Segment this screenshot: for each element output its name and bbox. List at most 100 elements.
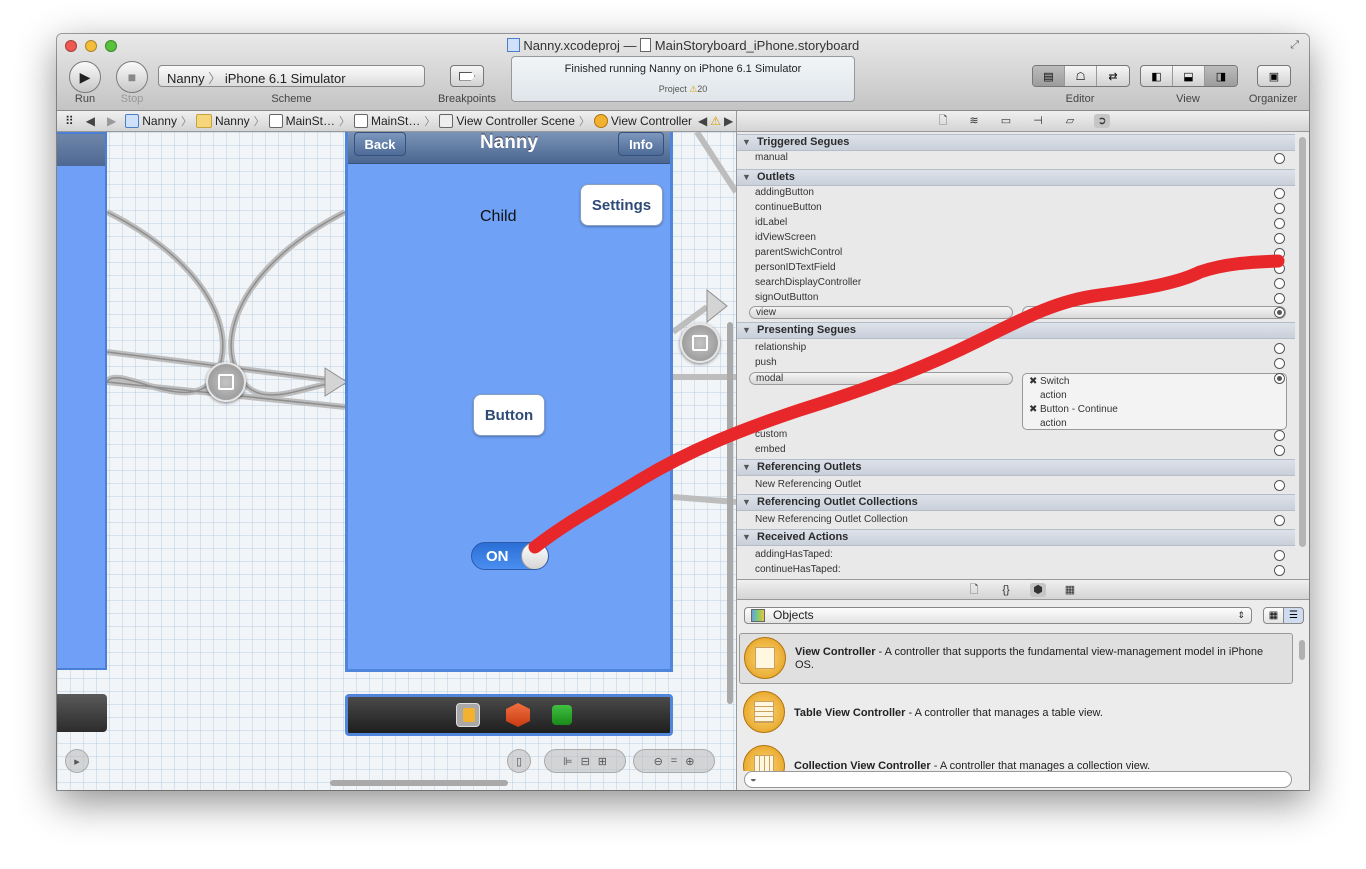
info-button[interactable]: Info (618, 132, 664, 156)
stop-button[interactable]: ■ (116, 61, 148, 93)
scheme-popup[interactable]: Nanny 〉 iPhone 6.1 Simulator (158, 65, 425, 87)
connection-circle[interactable] (1274, 248, 1285, 259)
connection-circle-filled[interactable] (1274, 373, 1285, 384)
run-button[interactable]: ▶ (69, 61, 101, 93)
zoom-in-icon[interactable]: ⊕ (685, 755, 694, 768)
connection-circle[interactable] (1274, 153, 1285, 164)
media-library-icon[interactable]: ▦ (1062, 583, 1078, 597)
received-actions-header[interactable]: Received Actions (737, 529, 1295, 546)
zoom-out-icon[interactable]: ⊖ (654, 755, 663, 768)
issue-forward-icon[interactable]: ▶ (721, 114, 736, 128)
zoom-actual-icon[interactable]: = (671, 755, 677, 767)
storyboard-canvas[interactable]: Back Nanny Info Settings Child Button ON… (57, 132, 736, 790)
triggered-segues-header[interactable]: Triggered Segues (737, 134, 1295, 151)
remove-connection-icon[interactable]: ✖ (1029, 404, 1037, 415)
connection-circle[interactable] (1274, 263, 1285, 274)
library-item[interactable]: Table View Controller - A controller tha… (739, 687, 1293, 739)
standard-editor-icon[interactable]: ▤ (1033, 66, 1065, 86)
connection-circle[interactable] (1274, 480, 1285, 491)
connection-circle[interactable] (1274, 233, 1285, 244)
library-scrollbar[interactable] (1299, 640, 1305, 660)
connection-circle[interactable] (1274, 445, 1285, 456)
utilities-toggle-icon[interactable]: ◨ (1205, 66, 1237, 86)
connection-circle[interactable] (1274, 565, 1285, 576)
first-responder-icon[interactable] (506, 703, 530, 727)
connection-circle[interactable] (1274, 218, 1285, 229)
resolve-icon[interactable]: ⊞ (598, 755, 607, 768)
segue-icon[interactable] (206, 362, 246, 402)
library-category-select[interactable]: Objects ⇕ (744, 607, 1252, 624)
view-controller-dock-icon[interactable] (456, 703, 480, 727)
breadcrumb-scene[interactable]: View Controller Scene (436, 114, 578, 128)
view-outlet-pill[interactable]: view (749, 306, 1013, 319)
exit-icon[interactable] (552, 705, 572, 725)
warning-icon[interactable]: ⚠ (710, 114, 721, 128)
file-template-library-icon[interactable]: 🗋 (966, 583, 982, 597)
size-inspector-icon[interactable]: ▱ (1062, 114, 1078, 128)
view-toggle-control[interactable]: ◧ ⬓ ◨ (1140, 65, 1238, 87)
organizer-icon[interactable]: ▣ (1258, 66, 1290, 86)
view-connection-pill[interactable] (1022, 306, 1286, 319)
breadcrumb-view-controller[interactable]: View Controller (591, 114, 695, 128)
parent-switch[interactable]: ON (471, 542, 549, 570)
horizontal-scrollbar[interactable] (330, 780, 508, 786)
editor-mode-control[interactable]: ▤ ☖ ⇄ (1032, 65, 1130, 87)
connection-circle[interactable] (1274, 278, 1285, 289)
remove-connection-icon[interactable]: ✖ (1029, 376, 1037, 387)
segue-icon[interactable] (680, 323, 720, 363)
settings-button[interactable]: Settings (580, 184, 663, 226)
zoom-controls[interactable]: ⊖ = ⊕ (633, 749, 715, 773)
connection-circle[interactable] (1274, 343, 1285, 354)
align-icon[interactable]: ⊫ (563, 755, 573, 768)
breakpoints-button[interactable] (450, 65, 484, 87)
organizer-button[interactable]: ▣ (1257, 65, 1291, 87)
connection-circle-filled[interactable] (1274, 307, 1285, 318)
connection-circle[interactable] (1274, 188, 1285, 199)
align-controls[interactable]: ⊫ ⊟ ⊞ (544, 749, 626, 773)
attributes-inspector-icon[interactable]: ⊣ (1030, 114, 1046, 128)
referencing-outlet-collections-header[interactable]: Referencing Outlet Collections (737, 494, 1295, 511)
connection-circle[interactable] (1274, 358, 1285, 369)
previous-scene-dock[interactable] (57, 694, 107, 732)
document-outline-toggle[interactable]: ▸ (65, 749, 89, 773)
assistant-editor-icon[interactable]: ☖ (1065, 66, 1097, 86)
breadcrumb-project[interactable]: Nanny (122, 114, 180, 128)
issue-back-icon[interactable]: ◀ (695, 114, 710, 128)
icon-view-button[interactable]: ▦ (1263, 607, 1284, 624)
pin-icon[interactable]: ⊟ (581, 755, 590, 768)
list-view-button[interactable]: ☰ (1283, 607, 1304, 624)
form-factor-toggle[interactable]: ▯ (507, 749, 531, 773)
modal-segue-pill[interactable]: modal (749, 372, 1013, 385)
code-snippet-library-icon[interactable]: {} (998, 583, 1014, 597)
warning-count[interactable]: 20 (697, 84, 707, 94)
library-filter-field[interactable]: ◒ (744, 771, 1292, 788)
connection-circle[interactable] (1274, 203, 1285, 214)
connection-circle[interactable] (1274, 430, 1285, 441)
identity-inspector-icon[interactable]: ▭ (998, 114, 1014, 128)
library-item[interactable]: View Controller - A controller that supp… (739, 633, 1293, 684)
fullscreen-icon[interactable]: ⤢ (1290, 39, 1299, 52)
previous-scene[interactable] (57, 132, 107, 670)
quick-help-icon[interactable]: ≋ (966, 114, 982, 128)
referencing-outlets-header[interactable]: Referencing Outlets (737, 459, 1295, 476)
connections-inspector-icon[interactable]: ➲ (1094, 114, 1110, 128)
navigator-toggle-icon[interactable]: ◧ (1141, 66, 1173, 86)
breadcrumb-storyboard[interactable]: MainSt… (266, 114, 338, 128)
version-editor-icon[interactable]: ⇄ (1097, 66, 1129, 86)
vertical-scrollbar[interactable] (727, 322, 733, 704)
related-items-icon[interactable]: ⠿ (57, 114, 80, 128)
debug-area-toggle-icon[interactable]: ⬓ (1173, 66, 1205, 86)
file-inspector-icon[interactable]: 🗋 (935, 114, 951, 128)
continue-button[interactable]: Button (473, 394, 545, 436)
switch-knob[interactable] (521, 543, 548, 569)
inspector-scrollbar[interactable] (1299, 137, 1306, 547)
library-item[interactable]: Collection View Controller - A controlle… (739, 741, 1293, 771)
breadcrumb-storyboard-localized[interactable]: MainSt… (351, 114, 423, 128)
object-library-icon[interactable]: ⬢ (1030, 583, 1046, 597)
presenting-segues-header[interactable]: Presenting Segues (737, 322, 1295, 339)
forward-arrow-icon[interactable]: ▶ (101, 114, 122, 128)
breadcrumb-group[interactable]: Nanny (193, 114, 253, 128)
connection-circle[interactable] (1274, 515, 1285, 526)
back-arrow-icon[interactable]: ◀ (80, 114, 101, 128)
outlets-header[interactable]: Outlets (737, 169, 1295, 186)
